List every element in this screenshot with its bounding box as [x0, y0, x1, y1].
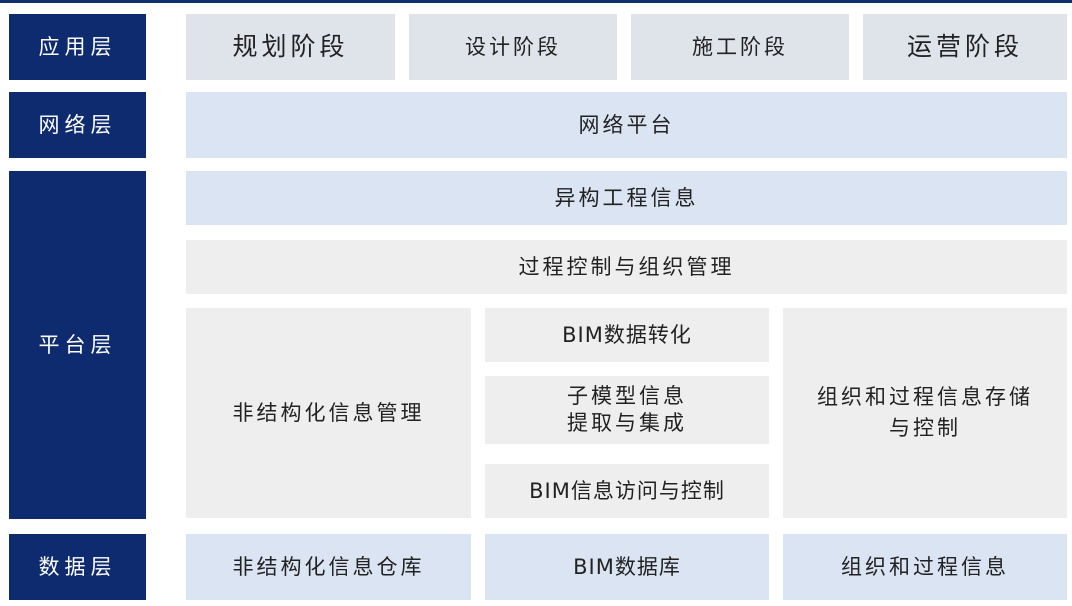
application-construction-box: 施工阶段 [631, 14, 849, 80]
layer-label-network: 网络层 [9, 92, 146, 158]
org-info-box: 组织和过程信息 [783, 534, 1067, 600]
application-operation-text: 运营阶段 [906, 32, 1023, 62]
unstructured-mgmt-box: 非结构化信息管理 [186, 308, 471, 518]
org-storage-line2-text: 与控制 [889, 416, 961, 440]
process-control-box: 过程控制与组织管理 [186, 240, 1067, 294]
layer-label-platform-text: 平台层 [38, 332, 117, 357]
heterogeneous-info-box: 异构工程信息 [186, 171, 1067, 225]
top-rule [0, 0, 1072, 3]
submodel-line2-text: 提取与集成 [567, 411, 687, 435]
org-info-text: 组织和过程信息 [841, 554, 1009, 579]
network-platform-text: 网络平台 [578, 112, 675, 137]
layer-label-data-text: 数据层 [38, 554, 117, 579]
bim-conversion-text: BIM数据转化 [562, 322, 692, 347]
unstructured-mgmt-text: 非结构化信息管理 [232, 400, 425, 425]
process-control-text: 过程控制与组织管理 [518, 254, 735, 279]
layer-label-platform: 平台层 [9, 171, 146, 519]
submodel-line1-text: 子模型信息 [567, 383, 687, 408]
submodel-box: 子模型信息 提取与集成 [485, 376, 769, 444]
unstructured-repo-text: 非结构化信息仓库 [232, 554, 425, 579]
application-planning-box: 规划阶段 [186, 14, 395, 80]
application-operation-box: 运营阶段 [863, 14, 1067, 80]
bim-access-text: BIM信息访问与控制 [529, 478, 725, 503]
layer-label-network-text: 网络层 [38, 112, 117, 137]
bim-db-box: BIM数据库 [485, 534, 769, 600]
layer-label-application-text: 应用层 [38, 34, 117, 59]
bim-conversion-box: BIM数据转化 [485, 308, 769, 362]
application-design-text: 设计阶段 [465, 34, 561, 59]
heterogeneous-info-text: 异构工程信息 [554, 185, 699, 210]
application-design-box: 设计阶段 [409, 14, 617, 80]
org-storage-line1-text: 组织和过程信息存储 [817, 384, 1033, 409]
network-platform-box: 网络平台 [186, 92, 1067, 158]
org-storage-box: 组织和过程信息存储 与控制 [783, 308, 1067, 518]
layer-label-application: 应用层 [9, 14, 146, 80]
application-construction-text: 施工阶段 [692, 34, 788, 59]
application-planning-text: 规划阶段 [232, 32, 349, 62]
layer-label-data: 数据层 [9, 534, 146, 600]
unstructured-repo-box: 非结构化信息仓库 [186, 534, 471, 600]
bim-access-box: BIM信息访问与控制 [485, 464, 769, 518]
bim-db-text: BIM数据库 [573, 554, 681, 579]
